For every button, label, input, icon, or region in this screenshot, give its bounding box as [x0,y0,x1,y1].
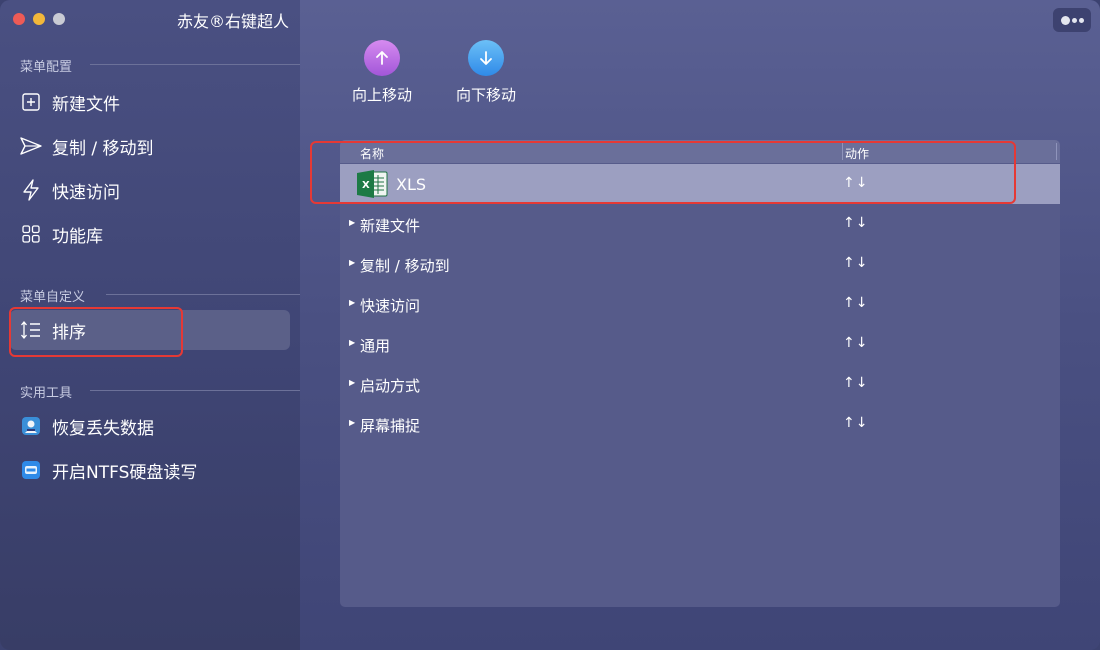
row-actions-up-down[interactable]: ↑↓ [843,255,868,271]
disclosure-triangle-icon[interactable]: ▶ [349,258,355,267]
ellipsis-dot [1071,17,1077,23]
section-label-menu-custom: 菜单自定义 [20,290,86,305]
column-header-name[interactable]: 名称 [360,145,384,162]
row-label: 复制 / 移动到 [360,257,450,275]
disclosure-triangle-icon[interactable]: ▶ [349,298,355,307]
row-actions-up-down[interactable]: ↑↓ [843,215,868,231]
row-label: 启动方式 [360,377,421,395]
disclosure-triangle-icon[interactable]: ▶ [349,338,355,347]
column-header-action[interactable]: 动作 [845,145,869,162]
section-divider [90,64,300,65]
app-window: 赤友®右键超人 菜单配置 新建文件 复制 / 移动到 快速访问 功能库 菜单自定… [0,0,1100,650]
sidebar-item-sort[interactable]: 排序 [10,310,290,350]
table-row-open-with[interactable]: ▶ 启动方式 ↑↓ [340,364,1060,404]
row-actions-up-down[interactable]: ↑↓ [843,175,868,191]
sidebar-item-label: 复制 / 移动到 [52,138,154,159]
row-actions-up-down[interactable]: ↑↓ [843,415,868,431]
disclosure-triangle-icon[interactable]: ▶ [349,418,355,427]
ellipsis-icon [1060,15,1070,25]
table-row-general[interactable]: ▶ 通用 ↑↓ [340,324,1060,364]
sidebar-item-quick-access[interactable]: 快速访问 [10,170,290,210]
row-label: XLS [396,175,427,194]
column-divider [1056,143,1057,160]
move-up-label: 向上移动 [352,86,413,104]
lightning-icon [20,179,42,201]
sidebar-item-label: 开启NTFS硬盘读写 [52,462,198,483]
table-row-xls[interactable]: X XLS ↑↓ [340,164,1060,204]
move-down-button[interactable]: 向下移动 [456,40,516,105]
sidebar-item-function-library[interactable]: 功能库 [10,214,290,254]
table-row-copy-move[interactable]: ▶ 复制 / 移动到 ↑↓ [340,244,1060,284]
send-icon [20,135,42,157]
section-divider [90,390,300,391]
section-label-utilities: 实用工具 [20,386,73,401]
sidebar-item-label: 快速访问 [52,182,120,203]
arrow-up-icon [364,40,400,76]
new-file-icon [20,91,42,113]
sidebar-item-new-file[interactable]: 新建文件 [10,82,290,122]
table-row-new-file[interactable]: ▶ 新建文件 ↑↓ [340,204,1060,244]
row-actions-up-down[interactable]: ↑↓ [843,295,868,311]
sidebar-item-label: 恢复丢失数据 [52,418,154,439]
ellipsis-dot [1078,17,1084,23]
sidebar-item-label: 功能库 [52,226,103,247]
sidebar-item-ntfs[interactable]: 开启NTFS硬盘读写 [10,450,290,490]
window-controls [13,13,65,25]
app-title: 赤友®右键超人 [177,12,290,31]
sidebar-item-label: 排序 [52,322,86,343]
table-row-screen-capture[interactable]: ▶ 屏幕捕捉 ↑↓ [340,404,1060,444]
section-divider [106,294,300,295]
more-options-button[interactable] [1053,8,1091,32]
excel-icon: X [356,169,388,199]
column-divider [842,143,843,160]
minimize-window-button[interactable] [33,13,45,25]
sidebar: 赤友®右键超人 菜单配置 新建文件 复制 / 移动到 快速访问 功能库 菜单自定… [0,0,300,650]
svg-text:X: X [362,180,370,191]
move-up-button[interactable]: 向上移动 [352,40,412,105]
row-actions-up-down[interactable]: ↑↓ [843,375,868,391]
grid-icon [20,223,42,245]
table-header: 名称 动作 [340,140,1060,163]
ntfs-app-icon [20,459,42,481]
row-label: 屏幕捕捉 [360,417,421,435]
row-label: 新建文件 [360,217,421,235]
arrow-down-icon [468,40,504,76]
section-label-menu-config: 菜单配置 [20,60,73,75]
disclosure-triangle-icon[interactable]: ▶ [349,218,355,227]
sidebar-item-copy-move[interactable]: 复制 / 移动到 [10,126,290,166]
close-window-button[interactable] [13,13,25,25]
row-label: 快速访问 [360,297,421,315]
recovery-app-icon [20,415,42,437]
table-row-quick-access[interactable]: ▶ 快速访问 ↑↓ [340,284,1060,324]
row-label: 通用 [360,337,391,355]
row-actions-up-down[interactable]: ↑↓ [843,335,868,351]
menu-order-table: 名称 动作 X XLS ↑↓ ▶ 新建文件 ↑↓ ▶ 复制 / 移动到 ↑↓ ▶… [340,140,1060,607]
sidebar-item-recover-data[interactable]: 恢复丢失数据 [10,406,290,446]
zoom-window-button[interactable] [53,13,65,25]
sidebar-item-label: 新建文件 [52,94,120,115]
move-down-label: 向下移动 [456,86,517,104]
sort-icon [20,319,42,341]
disclosure-triangle-icon[interactable]: ▶ [349,378,355,387]
